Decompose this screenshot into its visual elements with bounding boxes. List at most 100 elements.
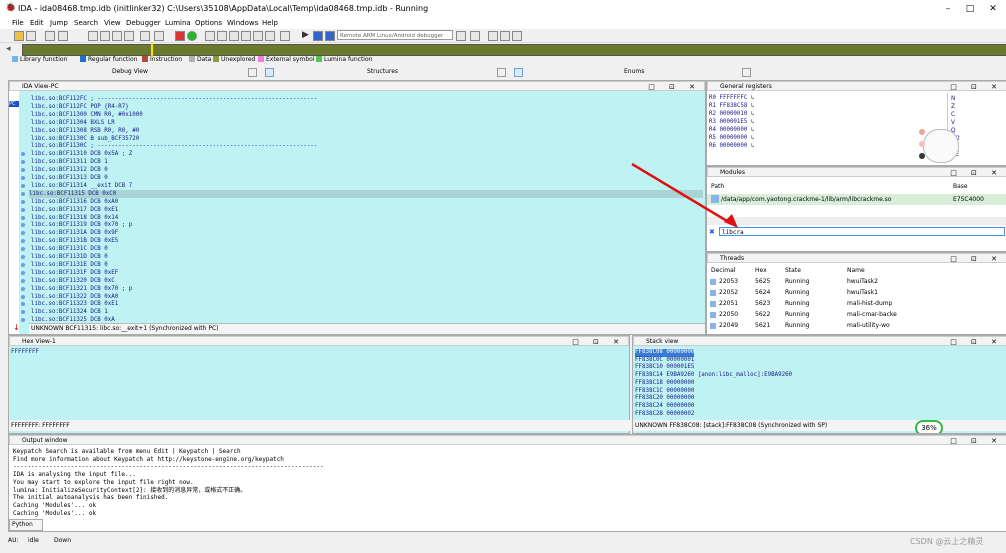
graph-icon[interactable] bbox=[175, 31, 185, 41]
code-line[interactable]: libc.so:BCF1130C B sub_BCF35720 bbox=[31, 135, 139, 143]
play-icon[interactable]: ▶ bbox=[302, 30, 309, 40]
stack-row[interactable]: FF838C08 00000000 bbox=[635, 349, 695, 357]
code-line[interactable]: libc.so:BCF11314 __exit DCB 7 bbox=[31, 182, 132, 190]
registers-panel[interactable]: General registers □ ⊡ ✕ R0 FFFFFFFC ↳ R1 … bbox=[706, 80, 1006, 166]
export-icon[interactable] bbox=[265, 31, 275, 41]
debugger-select[interactable]: Remote ARM Linux/Android debugger bbox=[337, 30, 453, 40]
code-line[interactable]: libc.so:BCF11311 DCB 1 bbox=[31, 158, 108, 166]
code-line[interactable]: libc.so:BCF112FC ; ---------------------… bbox=[31, 95, 317, 103]
hex-icon[interactable] bbox=[140, 31, 150, 41]
code-line[interactable]: libc.so:BCF1130C ; ---------------------… bbox=[31, 142, 317, 150]
menu-lumina[interactable]: Lumina bbox=[165, 19, 191, 27]
tab-pin-icon[interactable] bbox=[265, 68, 274, 77]
register-row[interactable]: R0 FFFFFFFC ↳ bbox=[709, 94, 754, 102]
menu-options[interactable]: Options bbox=[195, 19, 222, 27]
download-icon[interactable] bbox=[124, 31, 134, 41]
pause-icon[interactable] bbox=[313, 31, 323, 41]
code-line[interactable]: libc.so:BCF1131D DCB 0 bbox=[31, 253, 108, 261]
menu-file[interactable]: File bbox=[12, 19, 24, 27]
forward-icon[interactable] bbox=[58, 31, 68, 41]
modules-panel[interactable]: Modules □ ⊡ ✕ Path Base /data/app/com.ya… bbox=[706, 166, 1006, 252]
code-line[interactable]: libc.so:BCF11317 DCB 0xE1 bbox=[31, 206, 118, 214]
stack-row[interactable]: FF838C0C 00000001 bbox=[635, 357, 694, 365]
code-line[interactable]: libc.so:BCF11315 DCB 0xC0 bbox=[29, 189, 703, 198]
menu-help[interactable]: Help bbox=[262, 19, 278, 27]
enums-close-icon[interactable] bbox=[742, 68, 751, 77]
structures-pin-icon[interactable] bbox=[514, 68, 523, 77]
breakpoint-icon[interactable] bbox=[241, 31, 251, 41]
nav-left-arrow-icon[interactable]: ◂ bbox=[6, 44, 11, 54]
code-line[interactable]: libc.so:BCF11310 DCB 0x5A ; Z bbox=[31, 150, 132, 158]
code-line[interactable]: libc.so:BCF11323 DCB 0xE1 bbox=[31, 300, 118, 308]
thread-row[interactable]: 22053 5625 Running hwuiTask2 bbox=[707, 277, 1006, 287]
thread-row[interactable]: 22051 5623 Running mali-hist-dump bbox=[707, 299, 1006, 309]
code-line[interactable]: libc.so:BCF11318 DCB 0x14 bbox=[31, 214, 118, 222]
options-icon[interactable] bbox=[512, 31, 522, 41]
thread-row[interactable]: 22052 5624 Running hwuiTask1 bbox=[707, 288, 1006, 298]
code-line[interactable]: libc.so:BCF11316 DCB 0xA0 bbox=[31, 198, 118, 206]
step-icon[interactable] bbox=[229, 31, 239, 41]
panel-buttons[interactable]: □ ⊡ ✕ bbox=[950, 254, 1003, 264]
code-line[interactable]: libc.so:BCF11300 CMN R0, #0x1000 bbox=[31, 111, 143, 119]
modules-scrollbar[interactable] bbox=[707, 217, 1006, 225]
panel-buttons[interactable]: □ ⊡ ✕ bbox=[950, 82, 1003, 92]
code-line[interactable]: libc.so:BCF1131E DCB 0 bbox=[31, 261, 108, 269]
modules-search-input[interactable]: libcra bbox=[719, 227, 1005, 236]
tab-enums[interactable]: Enums bbox=[624, 68, 644, 75]
menu-jump[interactable]: Jump bbox=[50, 19, 68, 27]
code-line[interactable]: libc.so:BCF1131B DCB 0xE5 bbox=[31, 237, 118, 245]
stack-row[interactable]: FF838C28 00000002 bbox=[635, 411, 694, 419]
code-line[interactable]: libc.so:BCF112FC POP {R4-R7} bbox=[31, 103, 129, 111]
register-row[interactable]: R1 FF838C58 ↳ bbox=[709, 102, 754, 110]
thread-row[interactable]: 22050 5622 Running mali-cmar-backe bbox=[707, 310, 1006, 320]
close-x-icon[interactable] bbox=[280, 31, 290, 41]
maximize-button[interactable]: □ bbox=[960, 3, 980, 15]
panel-buttons[interactable]: □ ⊡ ✕ bbox=[950, 436, 1003, 446]
code-line[interactable]: libc.so:BCF11312 DCB 0 bbox=[31, 166, 108, 174]
register-row[interactable]: R5 00000000 ↳ bbox=[709, 134, 754, 142]
menu-debugger[interactable]: Debugger bbox=[126, 19, 161, 27]
register-row[interactable]: R6 00000000 ↳ bbox=[709, 142, 754, 150]
register-row[interactable]: R3 000001E5 ↳ bbox=[709, 118, 754, 126]
code-line[interactable]: libc.so:BCF11304 BXLS LR bbox=[31, 119, 115, 127]
threads-panel[interactable]: Threads □ ⊡ ✕ Decimal Hex State Name 220… bbox=[706, 252, 1006, 335]
find-icon[interactable] bbox=[112, 31, 122, 41]
panel-buttons[interactable]: □ ⊡ ✕ bbox=[648, 82, 701, 92]
dropdown-arrow-icon[interactable] bbox=[456, 31, 466, 41]
close-button[interactable]: ✕ bbox=[983, 3, 1003, 15]
data-icon[interactable] bbox=[154, 31, 164, 41]
menu-windows[interactable]: Windows bbox=[227, 19, 258, 27]
code-line[interactable]: libc.so:BCF11321 DCB 0x70 ; p bbox=[31, 285, 132, 293]
tab-structures[interactable]: Structures bbox=[367, 68, 398, 75]
code-line[interactable]: libc.so:BCF11313 DCB 0 bbox=[31, 174, 108, 182]
output-window[interactable]: Output window □ ⊡ ✕ Keypatch Search is a… bbox=[8, 434, 1006, 532]
open-icon[interactable] bbox=[14, 31, 24, 41]
thread-row[interactable]: 22049 5621 Running mali-utility-wo bbox=[707, 321, 1006, 331]
trace-icon[interactable] bbox=[253, 31, 263, 41]
register-row[interactable]: R2 00000010 ↳ bbox=[709, 110, 754, 118]
register-row[interactable]: R4 00000000 ↳ bbox=[709, 126, 754, 134]
panel-buttons[interactable]: □ ⊡ ✕ bbox=[950, 168, 1003, 178]
minimize-button[interactable]: – bbox=[938, 3, 958, 15]
code-line[interactable]: libc.so:BCF11308 RSB R0, R0, #0 bbox=[31, 127, 139, 135]
stack-view-panel[interactable]: Stack view □ ⊡ ✕ FF838C08 00000000 FF838C… bbox=[632, 335, 1006, 434]
tab-close-icon[interactable] bbox=[248, 68, 257, 77]
function-icon[interactable] bbox=[205, 31, 215, 41]
attach-icon[interactable] bbox=[488, 31, 498, 41]
detach-icon[interactable] bbox=[500, 31, 510, 41]
panel-buttons[interactable]: □ ⊡ ✕ bbox=[572, 337, 625, 347]
ida-view-panel[interactable]: IDA View-PC □ ⊡ ✕ PC libc.so:BCF112FC ; … bbox=[8, 80, 706, 335]
copy-icon[interactable] bbox=[88, 31, 98, 41]
code-line[interactable]: libc.so:BCF11322 DCB 0xA0 bbox=[31, 293, 118, 301]
menu-edit[interactable]: Edit bbox=[30, 19, 44, 27]
code-line[interactable]: libc.so:BCF1131A DCB 0x9F bbox=[31, 229, 118, 237]
stack-row[interactable]: FF838C14 E9BA9260 [anon:libc_malloc]:E9B… bbox=[635, 372, 792, 380]
back-icon[interactable] bbox=[45, 31, 55, 41]
hex-view-panel[interactable]: Hex View-1 □ ⊡ ✕ FFFFFFFF FFFFFFFF: FFFF… bbox=[8, 335, 631, 434]
stack-row[interactable]: FF838C24 00000000 bbox=[635, 403, 694, 411]
code-line[interactable]: libc.so:BCF11319 DCB 0x70 ; p bbox=[31, 221, 132, 229]
segment-icon[interactable] bbox=[217, 31, 227, 41]
stack-row[interactable]: FF838C10 000001E5 bbox=[635, 364, 694, 372]
code-line[interactable]: libc.so:BCF11320 DCB 0xC bbox=[31, 277, 115, 285]
refresh-icon[interactable] bbox=[470, 31, 480, 41]
